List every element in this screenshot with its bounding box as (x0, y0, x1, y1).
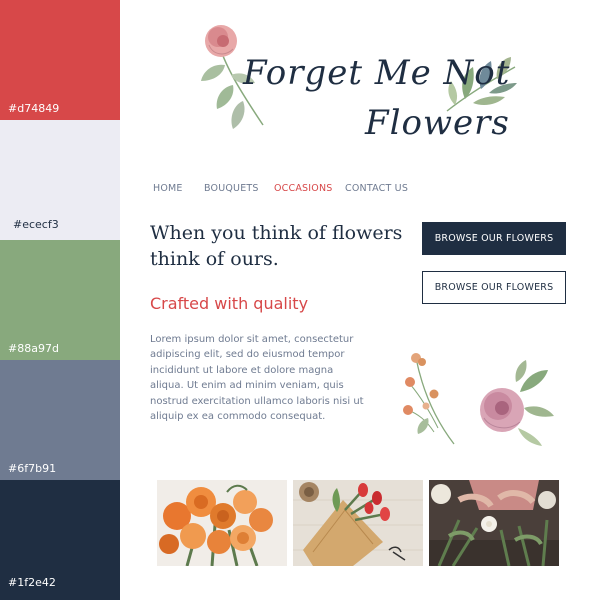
orange-roses-photo (157, 480, 287, 566)
swatch-label: #88a97d (8, 342, 59, 355)
swatch-navy: #1f2e42 (0, 480, 120, 600)
nav-item-occasions[interactable]: OCCASIONS (274, 183, 333, 194)
browse-flowers-button-primary[interactable]: BROWSE OUR FLOWERS (422, 222, 566, 255)
brand-logo[interactable]: Forget Me Not Flowers (185, 15, 530, 145)
swatch-green: #88a97d (0, 240, 120, 360)
swatch-slate: #6f7b91 (0, 360, 120, 480)
logo-text-line1: Forget Me Not (243, 53, 511, 93)
swatch-red: #d74849 (0, 0, 120, 120)
nav-item-home[interactable]: HOME (153, 183, 183, 194)
hero-headline: When you think of flowers think of ours. (150, 222, 403, 270)
red-tulips-bouquet-photo (293, 480, 423, 566)
floral-bouquet-icon (398, 348, 558, 448)
nav-item-bouquets[interactable]: BOUQUETS (204, 183, 259, 194)
florist-arranging-photo (429, 480, 559, 566)
browse-flowers-button-secondary[interactable]: BROWSE OUR FLOWERS (422, 271, 566, 304)
color-palette: #d74849 #ececf3 #88a97d #6f7b91 #1f2e42 (0, 0, 120, 600)
hero-subhead: Crafted with quality (150, 294, 309, 313)
nav-item-contact-us[interactable]: CONTACT US (345, 183, 408, 194)
swatch-label: #6f7b91 (8, 462, 57, 475)
swatch-label: #d74849 (8, 102, 60, 115)
hero-body-text: Lorem ipsum dolor sit amet, consectetur … (150, 334, 364, 423)
swatch-label: #1f2e42 (8, 576, 56, 589)
logo-text-line2: Flowers (365, 103, 510, 143)
swatch-label: #ececf3 (13, 218, 59, 231)
swatch-light-gray: #ececf3 (0, 120, 120, 240)
